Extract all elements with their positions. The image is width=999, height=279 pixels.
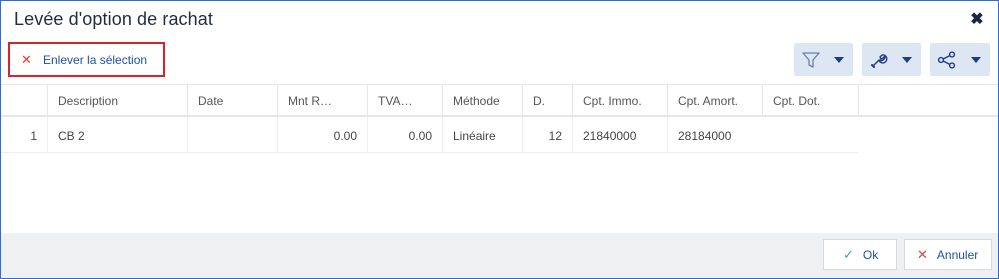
column-header-d[interactable]: D. — [523, 85, 573, 115]
chevron-down-icon — [834, 57, 844, 63]
title-bar: Levée d'option de rachat ✖ — [1, 1, 998, 39]
grid-header: Description Date Mnt R… TVA… Méthode D. … — [1, 84, 998, 117]
ok-button[interactable]: ✓ Ok — [823, 239, 897, 270]
share-button[interactable] — [930, 43, 990, 76]
x-icon: ✕ — [917, 246, 928, 262]
buyback-option-dialog: Levée d'option de rachat ✖ ✕ Enlever la … — [0, 0, 999, 279]
filter-button[interactable] — [794, 43, 853, 76]
cancel-label: Annuler — [936, 247, 979, 262]
methode-cell: Linéaire — [443, 117, 523, 152]
date-cell — [188, 117, 278, 152]
column-header-mnt-r[interactable]: Mnt R… — [278, 85, 368, 115]
row-number-cell: 1 — [1, 117, 48, 152]
clear-selection-label: Enlever la sélection — [43, 52, 148, 67]
dialog-footer: ✓ Ok ✕ Annuler — [1, 233, 998, 278]
toolbar: ✕ Enlever la sélection — [1, 41, 998, 79]
column-header-methode[interactable]: Méthode — [443, 85, 523, 115]
column-header-cpt-dot[interactable]: Cpt. Dot. — [763, 85, 859, 115]
clear-selection-button[interactable]: ✕ Enlever la sélection — [8, 42, 165, 77]
chevron-down-icon — [902, 57, 912, 63]
column-header-number — [1, 85, 48, 115]
share-icon — [937, 51, 956, 69]
column-header-description[interactable]: Description — [48, 85, 188, 115]
d-cell: 12 — [523, 117, 573, 152]
table-row[interactable]: 1 CB 2 0.00 0.00 Linéaire 12 21840000 28… — [1, 117, 859, 153]
description-cell: CB 2 — [48, 117, 188, 152]
tools-button[interactable] — [862, 43, 921, 76]
cpt-amort-cell: 28184000 — [678, 129, 732, 143]
dialog-title: Levée d'option de rachat — [14, 9, 213, 29]
mnt-r-cell: 0.00 — [278, 117, 368, 152]
filter-icon — [802, 52, 820, 68]
tva-cell: 0.00 — [368, 117, 443, 152]
column-header-cpt-immo[interactable]: Cpt. Immo. — [573, 85, 668, 115]
cpt-dot-cell — [763, 117, 859, 152]
data-grid: Description Date Mnt R… TVA… Méthode D. … — [1, 84, 998, 153]
wrench-icon — [871, 54, 888, 68]
cancel-button[interactable]: ✕ Annuler — [904, 239, 992, 270]
check-icon: ✓ — [843, 246, 854, 262]
chevron-down-icon — [971, 57, 981, 63]
x-icon: ✕ — [21, 52, 32, 67]
column-header-date[interactable]: Date — [188, 85, 278, 115]
ok-label: Ok — [862, 247, 879, 262]
column-header-tva[interactable]: TVA… — [368, 85, 443, 115]
close-icon[interactable]: ✖ — [968, 11, 986, 29]
column-header-cpt-amort[interactable]: Cpt. Amort. — [668, 85, 763, 115]
cpt-immo-cell: 21840000 — [573, 117, 668, 152]
